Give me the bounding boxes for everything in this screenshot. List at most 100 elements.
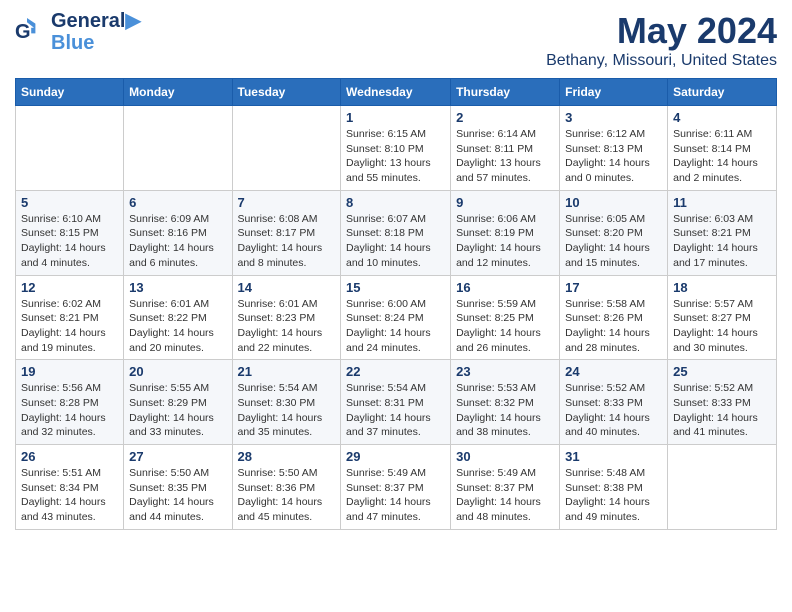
weekday-header: Saturday bbox=[668, 79, 777, 106]
day-number: 23 bbox=[456, 364, 554, 379]
calendar-day-cell: 10Sunrise: 6:05 AM Sunset: 8:20 PM Dayli… bbox=[560, 190, 668, 275]
day-number: 21 bbox=[238, 364, 336, 379]
day-info: Sunrise: 6:11 AM Sunset: 8:14 PM Dayligh… bbox=[673, 127, 771, 186]
day-info: Sunrise: 5:55 AM Sunset: 8:29 PM Dayligh… bbox=[129, 381, 226, 440]
day-info: Sunrise: 5:54 AM Sunset: 8:31 PM Dayligh… bbox=[346, 381, 445, 440]
calendar-day-cell: 3 Sunrise: 6:12 AM Sunset: 8:13 PM Daylig… bbox=[560, 106, 668, 191]
calendar-day-cell: 5 Sunrise: 6:10 AM Sunset: 8:15 PM Daylig… bbox=[16, 190, 124, 275]
day-info: Sunrise: 6:06 AM Sunset: 8:19 PM Dayligh… bbox=[456, 212, 554, 271]
calendar-day-cell: 9 Sunrise: 6:06 AM Sunset: 8:19 PM Daylig… bbox=[451, 190, 560, 275]
calendar-day-cell: 15 Sunrise: 6:00 AM Sunset: 8:24 PM Dayli… bbox=[341, 275, 451, 360]
day-number: 9 bbox=[456, 195, 554, 210]
calendar-day-cell bbox=[124, 106, 232, 191]
day-info: Sunrise: 5:50 AM Sunset: 8:36 PM Dayligh… bbox=[238, 466, 336, 525]
day-number: 8 bbox=[346, 195, 445, 210]
day-number: 12 bbox=[21, 280, 118, 295]
calendar-day-cell: 23 Sunrise: 5:53 AM Sunset: 8:32 PM Dayli… bbox=[451, 360, 560, 445]
day-number: 30 bbox=[456, 449, 554, 464]
day-number: 13 bbox=[129, 280, 226, 295]
title-block: May 2024 Bethany, Missouri, United State… bbox=[546, 10, 777, 70]
calendar-title: May 2024 bbox=[546, 10, 777, 52]
calendar-subtitle: Bethany, Missouri, United States bbox=[546, 52, 777, 70]
day-number: 26 bbox=[21, 449, 118, 464]
day-number: 31 bbox=[565, 449, 662, 464]
calendar-day-cell bbox=[668, 445, 777, 530]
logo: G General▶ Blue bbox=[15, 10, 141, 54]
calendar-table: SundayMondayTuesdayWednesdayThursdayFrid… bbox=[15, 78, 777, 530]
day-info: Sunrise: 5:49 AM Sunset: 8:37 PM Dayligh… bbox=[456, 466, 554, 525]
day-number: 4 bbox=[673, 110, 771, 125]
day-info: Sunrise: 6:09 AM Sunset: 8:16 PM Dayligh… bbox=[129, 212, 226, 271]
svg-text:G: G bbox=[15, 21, 31, 43]
calendar-header-row: SundayMondayTuesdayWednesdayThursdayFrid… bbox=[16, 79, 777, 106]
day-info: Sunrise: 5:54 AM Sunset: 8:30 PM Dayligh… bbox=[238, 381, 336, 440]
day-info: Sunrise: 5:58 AM Sunset: 8:26 PM Dayligh… bbox=[565, 297, 662, 356]
day-number: 27 bbox=[129, 449, 226, 464]
calendar-week-row: 1Sunrise: 6:15 AM Sunset: 8:10 PM Daylig… bbox=[16, 106, 777, 191]
calendar-day-cell: 29Sunrise: 5:49 AM Sunset: 8:37 PM Dayli… bbox=[341, 445, 451, 530]
day-info: Sunrise: 6:01 AM Sunset: 8:22 PM Dayligh… bbox=[129, 297, 226, 356]
weekday-header: Tuesday bbox=[232, 79, 341, 106]
calendar-day-cell: 7 Sunrise: 6:08 AM Sunset: 8:17 PM Daylig… bbox=[232, 190, 341, 275]
day-info: Sunrise: 5:56 AM Sunset: 8:28 PM Dayligh… bbox=[21, 381, 118, 440]
day-number: 5 bbox=[21, 195, 118, 210]
day-info: Sunrise: 6:12 AM Sunset: 8:13 PM Dayligh… bbox=[565, 127, 662, 186]
calendar-day-cell: 11Sunrise: 6:03 AM Sunset: 8:21 PM Dayli… bbox=[668, 190, 777, 275]
day-info: Sunrise: 6:01 AM Sunset: 8:23 PM Dayligh… bbox=[238, 297, 336, 356]
weekday-header: Wednesday bbox=[341, 79, 451, 106]
day-info: Sunrise: 5:59 AM Sunset: 8:25 PM Dayligh… bbox=[456, 297, 554, 356]
day-info: Sunrise: 5:57 AM Sunset: 8:27 PM Dayligh… bbox=[673, 297, 771, 356]
day-number: 16 bbox=[456, 280, 554, 295]
day-number: 3 bbox=[565, 110, 662, 125]
day-number: 19 bbox=[21, 364, 118, 379]
logo-icon: G bbox=[15, 16, 47, 48]
day-info: Sunrise: 6:08 AM Sunset: 8:17 PM Dayligh… bbox=[238, 212, 336, 271]
day-number: 28 bbox=[238, 449, 336, 464]
calendar-day-cell: 30 Sunrise: 5:49 AM Sunset: 8:37 PM Dayli… bbox=[451, 445, 560, 530]
day-info: Sunrise: 6:07 AM Sunset: 8:18 PM Dayligh… bbox=[346, 212, 445, 271]
calendar-day-cell: 2Sunrise: 6:14 AM Sunset: 8:11 PM Daylig… bbox=[451, 106, 560, 191]
day-number: 7 bbox=[238, 195, 336, 210]
calendar-week-row: 26 Sunrise: 5:51 AM Sunset: 8:34 PM Dayli… bbox=[16, 445, 777, 530]
day-info: Sunrise: 5:52 AM Sunset: 8:33 PM Dayligh… bbox=[565, 381, 662, 440]
day-number: 15 bbox=[346, 280, 445, 295]
calendar-day-cell: 13 Sunrise: 6:01 AM Sunset: 8:22 PM Dayli… bbox=[124, 275, 232, 360]
day-number: 10 bbox=[565, 195, 662, 210]
page-header: G General▶ Blue May 2024 Bethany, Missou… bbox=[15, 10, 777, 70]
calendar-day-cell: 12Sunrise: 6:02 AM Sunset: 8:21 PM Dayli… bbox=[16, 275, 124, 360]
calendar-day-cell: 17 Sunrise: 5:58 AM Sunset: 8:26 PM Dayli… bbox=[560, 275, 668, 360]
calendar-week-row: 5 Sunrise: 6:10 AM Sunset: 8:15 PM Daylig… bbox=[16, 190, 777, 275]
weekday-header: Monday bbox=[124, 79, 232, 106]
day-number: 6 bbox=[129, 195, 226, 210]
day-number: 17 bbox=[565, 280, 662, 295]
day-info: Sunrise: 6:15 AM Sunset: 8:10 PM Dayligh… bbox=[346, 127, 445, 186]
calendar-day-cell: 31 Sunrise: 5:48 AM Sunset: 8:38 PM Dayli… bbox=[560, 445, 668, 530]
day-number: 25 bbox=[673, 364, 771, 379]
day-info: Sunrise: 6:14 AM Sunset: 8:11 PM Dayligh… bbox=[456, 127, 554, 186]
calendar-day-cell: 20Sunrise: 5:55 AM Sunset: 8:29 PM Dayli… bbox=[124, 360, 232, 445]
day-number: 18 bbox=[673, 280, 771, 295]
weekday-header: Sunday bbox=[16, 79, 124, 106]
calendar-day-cell: 26 Sunrise: 5:51 AM Sunset: 8:34 PM Dayli… bbox=[16, 445, 124, 530]
day-info: Sunrise: 5:48 AM Sunset: 8:38 PM Dayligh… bbox=[565, 466, 662, 525]
calendar-day-cell: 1Sunrise: 6:15 AM Sunset: 8:10 PM Daylig… bbox=[341, 106, 451, 191]
calendar-day-cell bbox=[232, 106, 341, 191]
day-info: Sunrise: 5:50 AM Sunset: 8:35 PM Dayligh… bbox=[129, 466, 226, 525]
calendar-day-cell: 22 Sunrise: 5:54 AM Sunset: 8:31 PM Dayli… bbox=[341, 360, 451, 445]
calendar-day-cell: 18 Sunrise: 5:57 AM Sunset: 8:27 PM Dayli… bbox=[668, 275, 777, 360]
calendar-day-cell: 25 Sunrise: 5:52 AM Sunset: 8:33 PM Dayli… bbox=[668, 360, 777, 445]
day-info: Sunrise: 6:00 AM Sunset: 8:24 PM Dayligh… bbox=[346, 297, 445, 356]
day-info: Sunrise: 6:10 AM Sunset: 8:15 PM Dayligh… bbox=[21, 212, 118, 271]
calendar-day-cell: 21 Sunrise: 5:54 AM Sunset: 8:30 PM Dayli… bbox=[232, 360, 341, 445]
calendar-day-cell: 27 Sunrise: 5:50 AM Sunset: 8:35 PM Dayli… bbox=[124, 445, 232, 530]
day-info: Sunrise: 5:52 AM Sunset: 8:33 PM Dayligh… bbox=[673, 381, 771, 440]
calendar-day-cell: 14Sunrise: 6:01 AM Sunset: 8:23 PM Dayli… bbox=[232, 275, 341, 360]
calendar-week-row: 12Sunrise: 6:02 AM Sunset: 8:21 PM Dayli… bbox=[16, 275, 777, 360]
day-number: 22 bbox=[346, 364, 445, 379]
calendar-day-cell: 19 Sunrise: 5:56 AM Sunset: 8:28 PM Dayli… bbox=[16, 360, 124, 445]
day-info: Sunrise: 5:51 AM Sunset: 8:34 PM Dayligh… bbox=[21, 466, 118, 525]
calendar-day-cell: 8 Sunrise: 6:07 AM Sunset: 8:18 PM Daylig… bbox=[341, 190, 451, 275]
calendar-day-cell bbox=[16, 106, 124, 191]
weekday-header: Friday bbox=[560, 79, 668, 106]
day-info: Sunrise: 5:53 AM Sunset: 8:32 PM Dayligh… bbox=[456, 381, 554, 440]
